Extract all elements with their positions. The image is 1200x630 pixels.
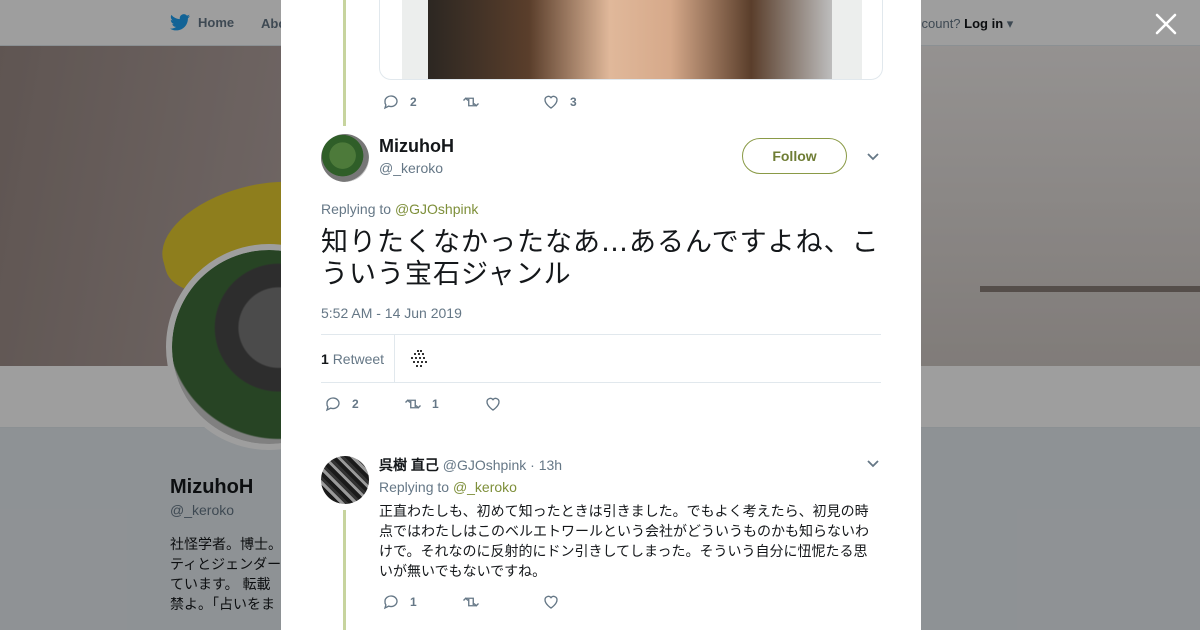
chevron-down-icon[interactable] — [865, 148, 881, 164]
close-icon[interactable] — [1154, 12, 1178, 36]
heart-icon — [544, 595, 558, 609]
retweets-number: 1 — [321, 351, 329, 367]
author-name[interactable]: MizuhoH — [379, 136, 454, 157]
retweet-count: 1 — [432, 397, 439, 411]
like-button[interactable] — [484, 395, 564, 413]
reply-button[interactable]: 1 — [382, 593, 462, 611]
heart-icon — [486, 397, 500, 411]
retweets-stat[interactable]: 1 Retweet — [321, 351, 384, 367]
reply-replying-prefix: Replying to — [379, 479, 450, 495]
replying-prefix: Replying to — [321, 201, 392, 217]
reply-count: 1 — [410, 595, 417, 609]
reply-replying-to: Replying to @_keroko — [379, 479, 517, 495]
reply-button[interactable]: 2 — [382, 93, 462, 111]
heart-icon — [544, 95, 558, 109]
stats-divider — [394, 335, 395, 382]
media-photo — [428, 0, 832, 79]
chevron-down-icon[interactable] — [865, 455, 881, 471]
retweet-icon — [405, 399, 421, 409]
like-button[interactable]: 3 — [542, 93, 622, 111]
like-button[interactable] — [542, 593, 622, 611]
replying-to-link[interactable]: @GJOshpink — [395, 201, 478, 217]
retweet-button[interactable] — [462, 593, 542, 611]
author-handle[interactable]: @_keroko — [379, 160, 443, 176]
reply-author-name[interactable]: 呉樹 直己 — [379, 457, 439, 473]
replying-to: Replying to @GJOshpink — [321, 201, 478, 217]
previous-tweet-actions: 2 3 — [382, 93, 622, 111]
tweet-actions: 2 1 — [324, 395, 564, 413]
retweets-label: Retweet — [332, 351, 385, 367]
tweet-modal: 2 3 MizuhoH @_keroko Follow Replying to … — [281, 0, 921, 630]
retweet-icon — [463, 597, 479, 607]
reply-button[interactable]: 2 — [324, 395, 404, 413]
retweet-icon — [463, 97, 479, 107]
avatar[interactable] — [321, 134, 369, 182]
retweeter-avatar-icon[interactable] — [409, 349, 429, 369]
reply-thread-line — [343, 510, 346, 630]
tweet-text: 知りたくなかったなあ…あるんですよね、こういう宝石ジャンル — [321, 227, 880, 290]
reply-actions: 1 — [382, 593, 622, 611]
retweet-button[interactable] — [462, 93, 542, 111]
reply-icon — [383, 595, 398, 610]
reply-text: 正直わたしも、初めて知ったときは引きました。でもよく考えたら、初見の時点ではわた… — [379, 504, 869, 580]
reply-replying-to-link[interactable]: @_keroko — [453, 479, 517, 495]
reply-time[interactable]: · 13h — [530, 457, 562, 473]
thread-line — [343, 0, 346, 126]
retweet-button[interactable]: 1 — [404, 395, 484, 413]
reply-count: 2 — [352, 397, 359, 411]
tweet-stats: 1 Retweet — [321, 334, 881, 383]
reply-avatar[interactable] — [321, 456, 369, 504]
reply-icon — [383, 95, 398, 110]
like-count: 3 — [570, 95, 577, 109]
reply-header: 呉樹 直己 @GJOshpink · 13h — [379, 455, 562, 475]
follow-button[interactable]: Follow — [742, 138, 847, 174]
reply-icon — [325, 397, 340, 412]
previous-tweet-media[interactable] — [379, 0, 883, 80]
tweet-timestamp[interactable]: 5:52 AM - 14 Jun 2019 — [321, 305, 462, 321]
reply-count: 2 — [410, 95, 417, 109]
reply-author-handle[interactable]: @GJOshpink — [443, 457, 526, 473]
